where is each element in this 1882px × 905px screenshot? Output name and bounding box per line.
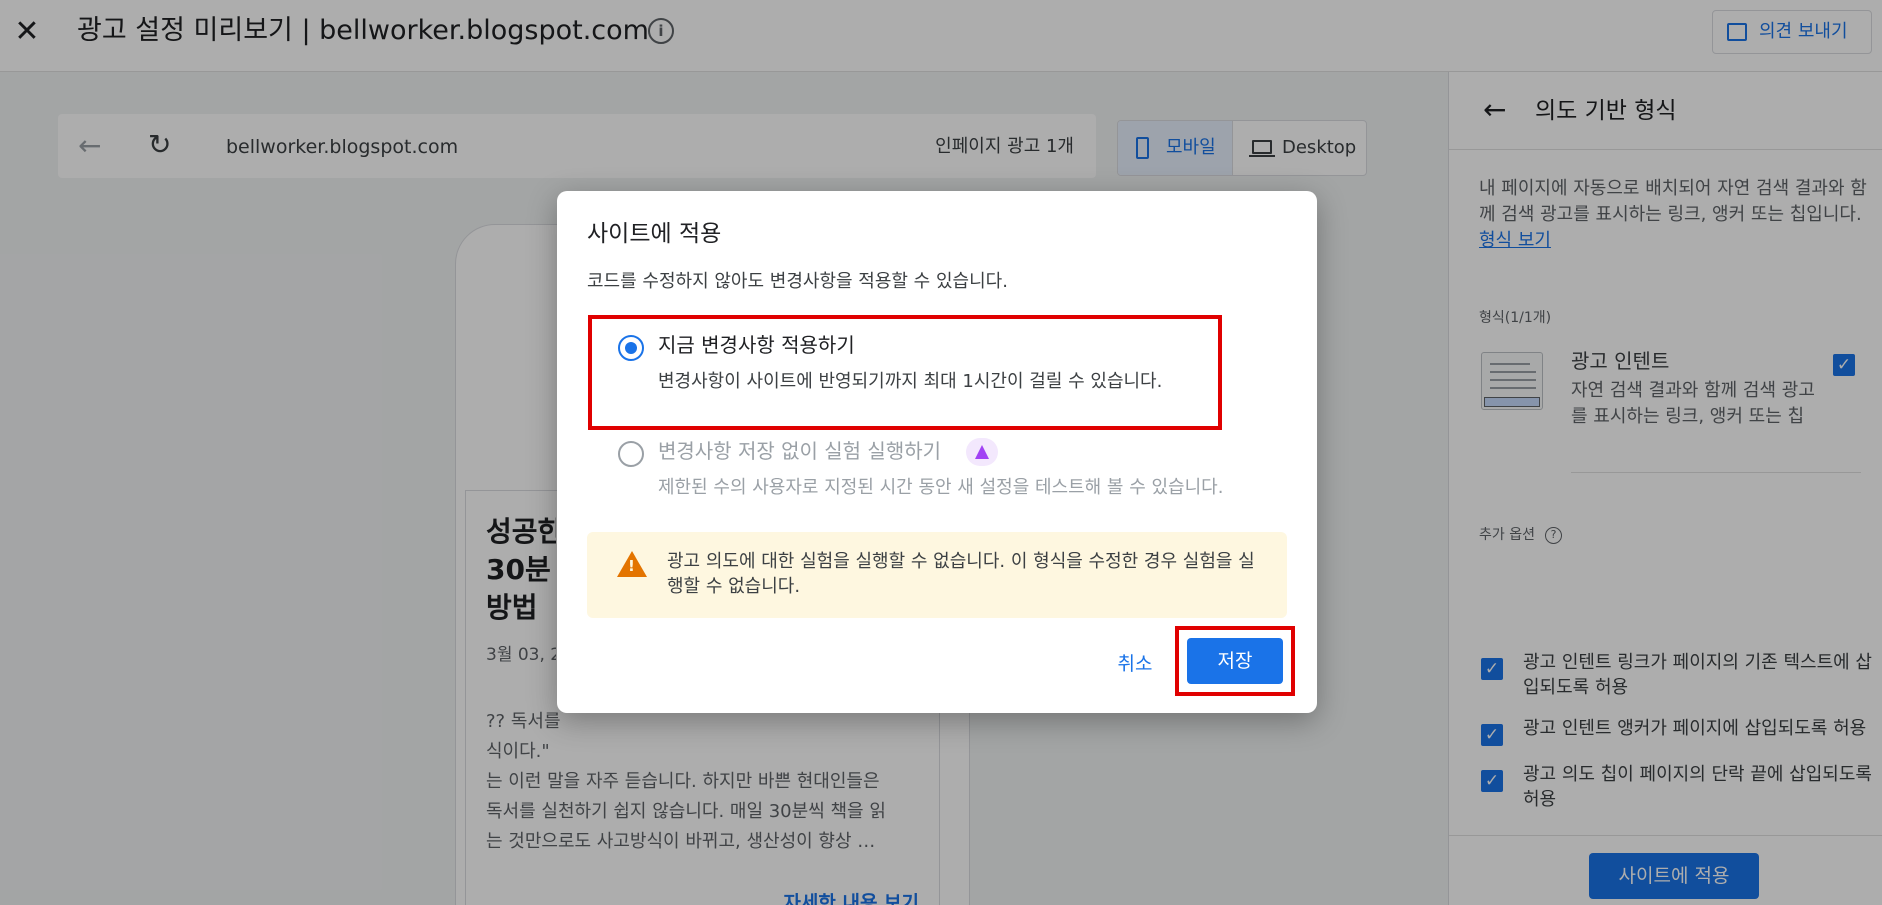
warning-icon [617,551,647,577]
save-button[interactable]: 저장 [1187,638,1283,684]
run-experiment-description: 제한된 수의 사용자로 지정된 시간 동안 새 설정을 테스트해 볼 수 있습니… [658,477,1224,498]
experiment-flask-icon [966,438,998,466]
dialog-title: 사이트에 적용 [587,221,722,247]
run-experiment-radio[interactable] [618,441,644,467]
apply-now-label[interactable]: 지금 변경사항 적용하기 [658,330,855,360]
warning-banner: 광고 의도에 대한 실험을 실행할 수 없습니다. 이 형식을 수정한 경우 실… [587,532,1287,618]
apply-now-radio[interactable] [618,335,644,361]
cancel-button[interactable]: 취소 [1105,644,1165,684]
run-experiment-label[interactable]: 변경사항 저장 없이 실험 실행하기 [658,436,941,466]
warning-text: 광고 의도에 대한 실험을 실행할 수 없습니다. 이 형식을 수정한 경우 실… [667,551,1255,597]
apply-to-site-dialog: 사이트에 적용 코드를 수정하지 않아도 변경사항을 적용할 수 있습니다. 지… [557,191,1317,713]
dialog-subtitle: 코드를 수정하지 않아도 변경사항을 적용할 수 있습니다. [587,271,1008,292]
ad-settings-preview-page: ✕ 광고 설정 미리보기 | bellworker.blogspot.com i… [0,0,1882,905]
apply-now-description: 변경사항이 사이트에 반영되기까지 최대 1시간이 걸릴 수 있습니다. [658,371,1163,392]
